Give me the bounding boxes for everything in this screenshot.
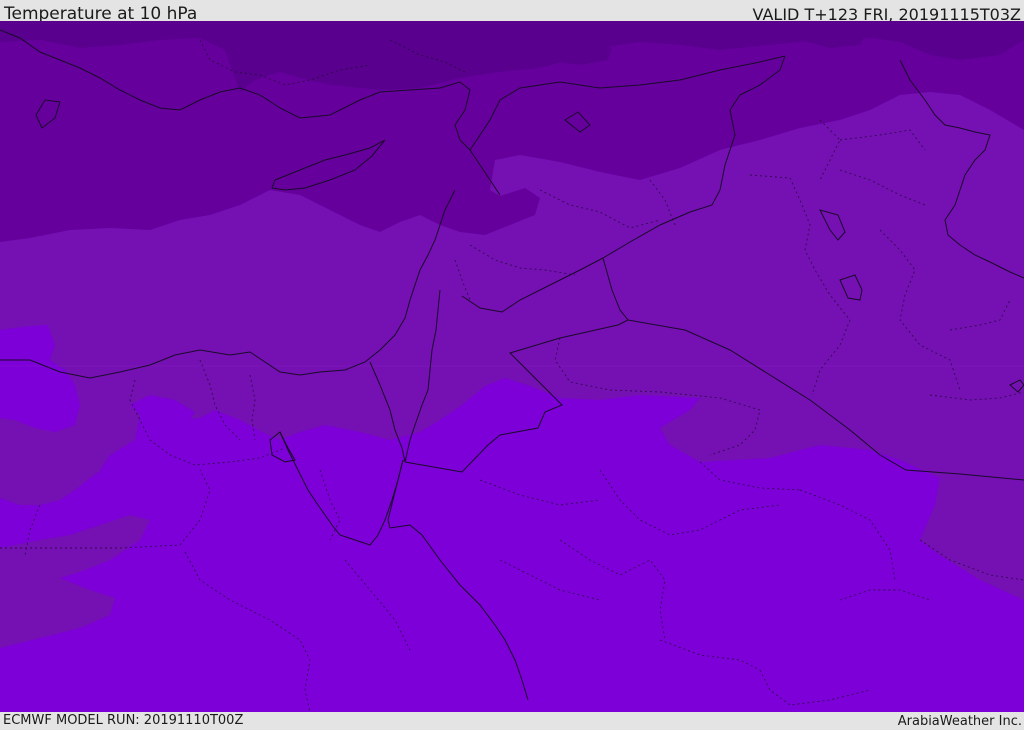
map-header: Temperature at 10 hPa VALID T+123 FRI, 2…: [0, 0, 1024, 24]
credit-label: ArabiaWeather Inc.: [897, 714, 1022, 729]
map-footer: ECMWF MODEL RUN: 20191110T00Z ArabiaWeat…: [0, 712, 1024, 729]
model-run-label: ECMWF MODEL RUN: 20191110T00Z: [3, 713, 244, 728]
temperature-map: [0, 21, 1024, 712]
map-canvas: [0, 21, 1024, 712]
